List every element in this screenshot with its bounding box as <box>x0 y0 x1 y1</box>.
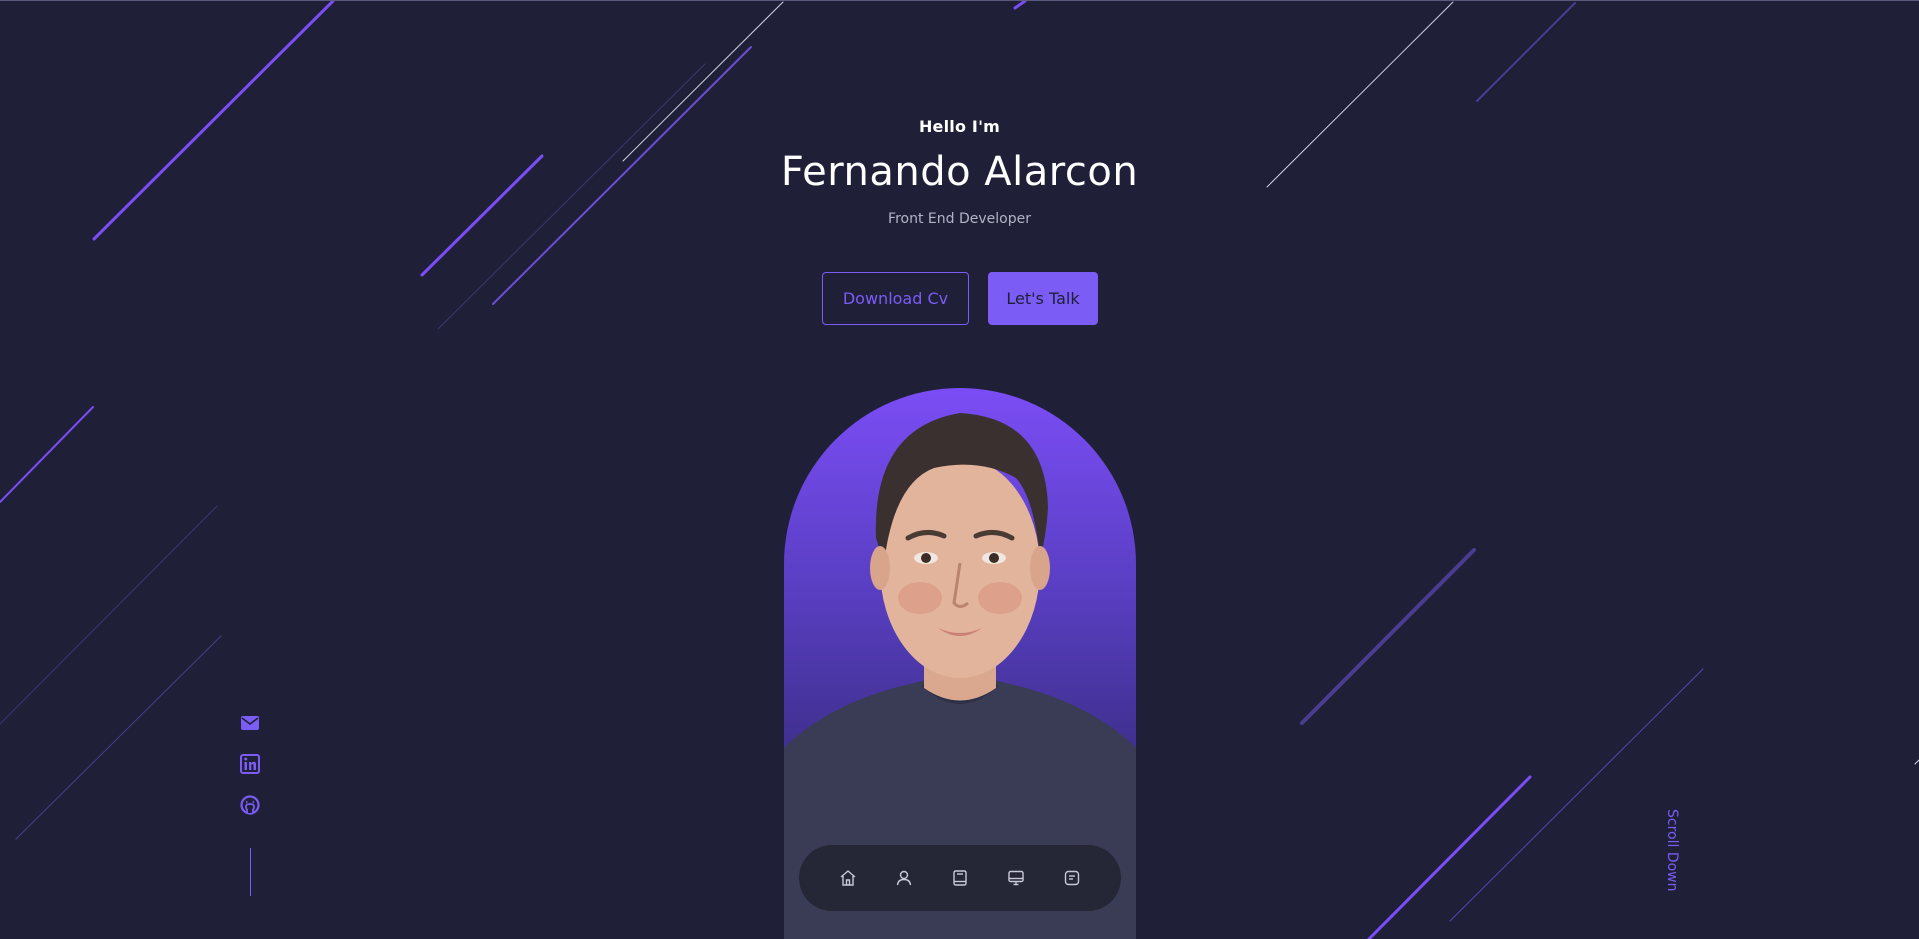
user-icon <box>896 870 912 886</box>
nav-home[interactable] <box>830 860 866 896</box>
home-icon <box>840 870 856 886</box>
nav-experience[interactable] <box>942 860 978 896</box>
bottom-nav <box>799 845 1121 911</box>
mail-icon[interactable] <box>240 713 260 733</box>
nav-about[interactable] <box>886 860 922 896</box>
greeting-text: Hello I'm <box>918 117 1001 136</box>
book-icon <box>953 870 967 886</box>
cta-group: Download Cv Let's Talk <box>822 272 1098 325</box>
nav-portfolio[interactable] <box>998 860 1034 896</box>
page: Hello I'm Fernando Alarcon Front End Dev… <box>0 0 1919 939</box>
download-cv-button[interactable]: Download Cv <box>822 272 969 325</box>
nav-contact[interactable] <box>1054 860 1090 896</box>
scroll-down-link[interactable]: Scroll Down <box>1664 809 1680 892</box>
monitor-icon <box>1008 870 1024 886</box>
role-subtitle: Front End Developer <box>888 211 1031 227</box>
social-links <box>239 713 261 896</box>
github-icon[interactable] <box>240 795 260 815</box>
linkedin-icon[interactable] <box>240 754 260 774</box>
lets-talk-button[interactable]: Let's Talk <box>988 272 1098 325</box>
social-divider-line <box>249 848 251 896</box>
message-icon <box>1064 870 1080 886</box>
page-title: Fernando Alarcon <box>780 149 1139 195</box>
